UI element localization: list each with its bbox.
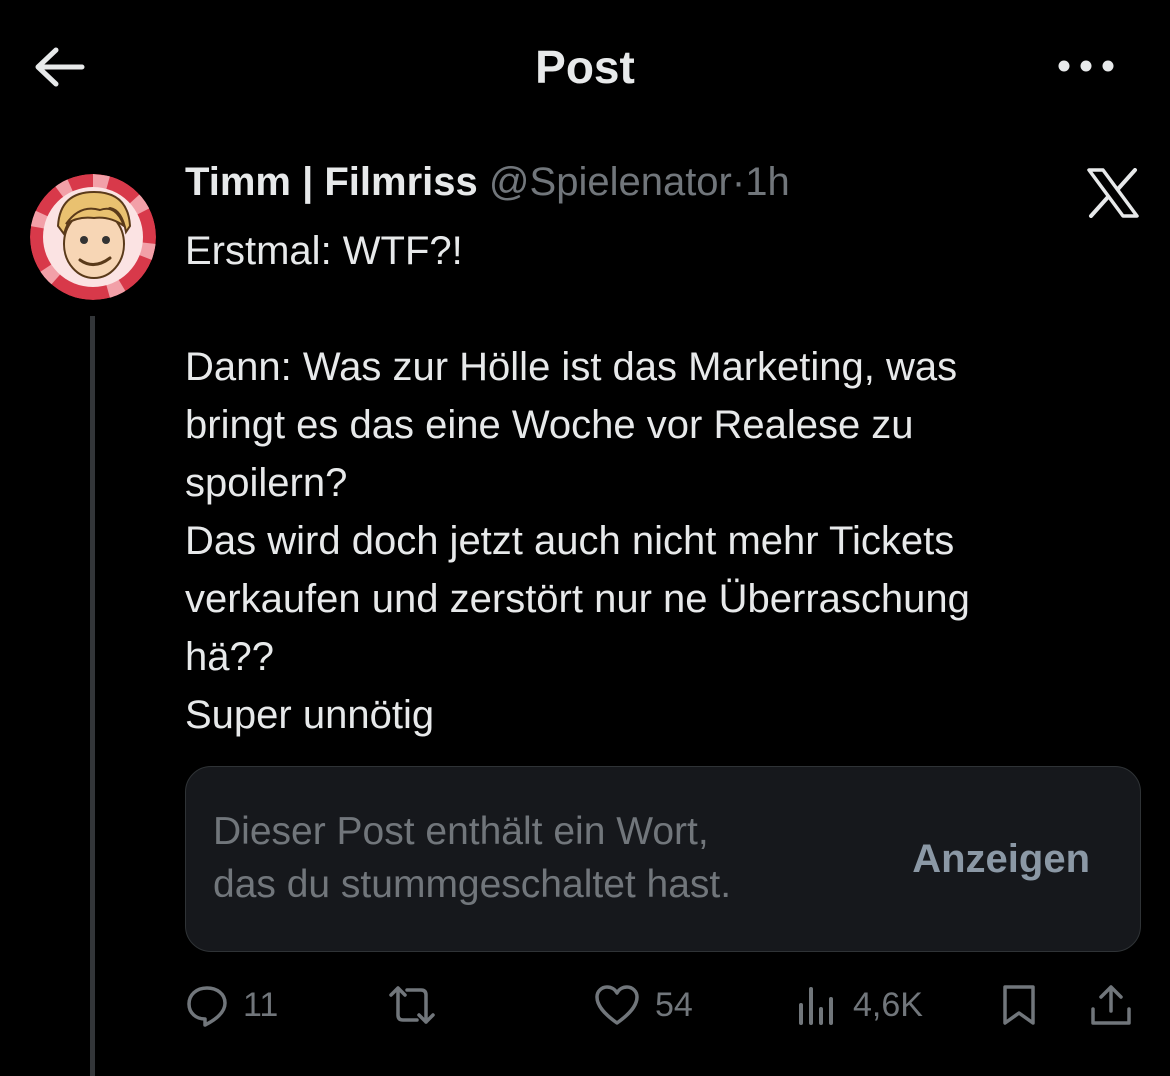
- post-text-line: Das wird doch jetzt auch nicht mehr Tick…: [185, 519, 955, 563]
- views-icon: [795, 983, 839, 1027]
- bookmark-icon: [997, 983, 1041, 1027]
- reply-icon: [185, 983, 229, 1027]
- post-text-line: Erstmal: WTF?!: [185, 229, 463, 273]
- page-title: Post: [535, 41, 635, 93]
- share-icon: [1087, 983, 1135, 1027]
- bookmark-button[interactable]: [997, 975, 1041, 1035]
- muted-content-notice: Dieser Post enthält ein Wort, das du stu…: [185, 766, 1141, 952]
- post-text-line: spoilern?: [185, 461, 348, 505]
- share-button[interactable]: [1087, 975, 1135, 1035]
- post-text-line: Super unnötig: [185, 693, 435, 737]
- author-name[interactable]: Timm | Filmriss: [185, 160, 478, 204]
- muted-notice-line: Dieser Post enthält ein Wort,: [213, 810, 709, 853]
- post-text-line: hä??: [185, 635, 274, 679]
- separator-dot: ·: [731, 160, 746, 204]
- show-button[interactable]: Anzeigen: [912, 837, 1090, 882]
- post-text-line: Dann: Was zur Hölle ist das Marketing, w…: [185, 345, 958, 389]
- views-button[interactable]: 4,6K: [795, 975, 923, 1035]
- repost-icon: [385, 983, 439, 1027]
- view-count: 4,6K: [853, 985, 923, 1024]
- post-header: Timm | Filmriss @Spielenator·1h: [185, 160, 790, 205]
- repost-button[interactable]: [385, 975, 439, 1035]
- post-text-line: verkaufen und zerstört nur ne Überraschu…: [185, 577, 970, 621]
- more-icon[interactable]: [1052, 48, 1122, 84]
- thread-line: [90, 316, 95, 1076]
- post-time[interactable]: 1h: [745, 160, 790, 204]
- reply-button[interactable]: 11: [185, 975, 278, 1035]
- avatar[interactable]: [30, 174, 156, 300]
- x-logo-icon: [1085, 168, 1141, 218]
- reply-count: 11: [243, 985, 279, 1024]
- post-text-line: bringt es das eine Woche vor Realese zu: [185, 403, 914, 447]
- post-text: Erstmal: WTF?! Dann: Was zur Hölle ist d…: [185, 222, 1145, 744]
- muted-notice-line: das du stummgeschaltet hast.: [213, 863, 732, 906]
- like-icon: [593, 983, 641, 1027]
- top-bar: Post: [0, 0, 1170, 135]
- like-count: 54: [655, 985, 693, 1024]
- muted-notice-text: Dieser Post enthält ein Wort, das du stu…: [213, 805, 731, 911]
- action-bar: 11 54 4,6K: [185, 975, 1145, 1045]
- like-button[interactable]: 54: [593, 975, 693, 1035]
- author-handle[interactable]: @Spielenator: [489, 160, 732, 204]
